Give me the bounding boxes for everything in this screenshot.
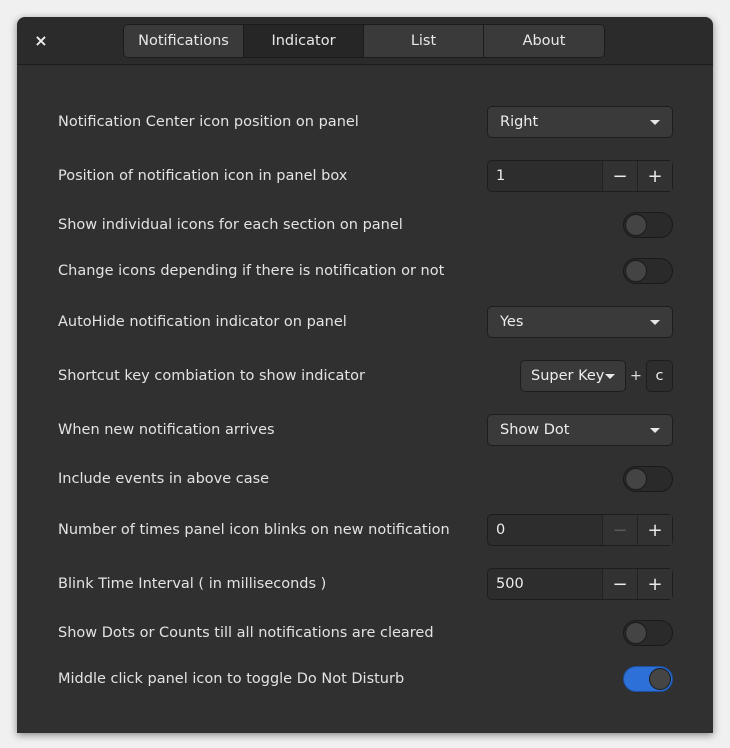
setting-label: Show individual icons for each section o… (58, 217, 403, 233)
dropdown-value: Right (500, 114, 539, 130)
spinner-value[interactable]: 1 (488, 168, 602, 184)
header-bar: × Notifications Indicator List About (17, 17, 713, 65)
setting-row-change-icons: Change icons depending if there is notif… (58, 258, 673, 284)
spinner-value[interactable]: 0 (488, 522, 602, 538)
setting-row-shortcut: Shortcut key combiation to show indicato… (58, 359, 673, 393)
increment-button[interactable]: + (637, 161, 672, 191)
chevron-down-icon (605, 373, 615, 379)
autohide-dropdown[interactable]: Yes (487, 306, 673, 338)
icon-position-dropdown[interactable]: Right (487, 106, 673, 138)
setting-row-dots-counts: Show Dots or Counts till all notificatio… (58, 620, 673, 646)
tab-indicator[interactable]: Indicator (244, 25, 364, 57)
setting-row-blink-times: Number of times panel icon blinks on new… (58, 513, 673, 547)
dots-counts-toggle[interactable] (623, 620, 673, 646)
tab-list[interactable]: List (364, 25, 484, 57)
tab-notifications[interactable]: Notifications (124, 25, 244, 57)
shortcut-control: Super Key + c (520, 360, 673, 392)
chevron-down-icon (650, 319, 660, 325)
increment-button[interactable]: + (637, 515, 672, 545)
close-button[interactable]: × (27, 25, 55, 55)
increment-button[interactable]: + (637, 569, 672, 599)
dropdown-value: Yes (500, 314, 524, 330)
decrement-button[interactable]: − (602, 515, 637, 545)
plus-separator: + (629, 368, 643, 384)
tab-about[interactable]: About (484, 25, 604, 57)
decrement-button[interactable]: − (602, 569, 637, 599)
toggle-knob (625, 260, 647, 282)
toggle-knob (649, 668, 671, 690)
chevron-down-icon (650, 427, 660, 433)
shortcut-key-input[interactable]: c (646, 360, 673, 392)
toggle-knob (625, 214, 647, 236)
setting-row-icon-position: Notification Center icon position on pan… (58, 105, 673, 139)
include-events-toggle[interactable] (623, 466, 673, 492)
setting-row-blink-interval: Blink Time Interval ( in milliseconds ) … (58, 567, 673, 601)
setting-label: Include events in above case (58, 471, 270, 487)
decrement-button[interactable]: − (602, 161, 637, 191)
setting-label: Change icons depending if there is notif… (58, 263, 445, 279)
blink-times-spinner: 0 − + (487, 514, 673, 546)
chevron-down-icon (650, 119, 660, 125)
setting-row-new-notification: When new notification arrives Show Dot (58, 413, 673, 447)
setting-label: Middle click panel icon to toggle Do Not… (58, 671, 405, 687)
new-notification-dropdown[interactable]: Show Dot (487, 414, 673, 446)
setting-row-individual-icons: Show individual icons for each section o… (58, 212, 673, 238)
icon-box-position-spinner: 1 − + (487, 160, 673, 192)
dropdown-value: Super Key (531, 368, 605, 384)
individual-icons-toggle[interactable] (623, 212, 673, 238)
toggle-knob (625, 468, 647, 490)
close-icon: × (34, 30, 48, 50)
dropdown-value: Show Dot (500, 422, 570, 438)
toggle-knob (625, 622, 647, 644)
setting-row-include-events: Include events in above case (58, 466, 673, 492)
preferences-window: × Notifications Indicator List About Not… (17, 17, 713, 733)
spinner-value[interactable]: 500 (488, 576, 602, 592)
setting-row-icon-box-position: Position of notification icon in panel b… (58, 159, 673, 193)
blink-interval-spinner: 500 − + (487, 568, 673, 600)
setting-label: Show Dots or Counts till all notificatio… (58, 625, 434, 641)
change-icons-toggle[interactable] (623, 258, 673, 284)
middle-click-dnd-toggle[interactable] (623, 666, 673, 692)
modifier-dropdown[interactable]: Super Key (520, 360, 626, 392)
tab-bar: Notifications Indicator List About (123, 24, 605, 58)
setting-row-autohide: AutoHide notification indicator on panel… (58, 305, 673, 339)
setting-row-middle-click-dnd: Middle click panel icon to toggle Do Not… (58, 666, 673, 692)
